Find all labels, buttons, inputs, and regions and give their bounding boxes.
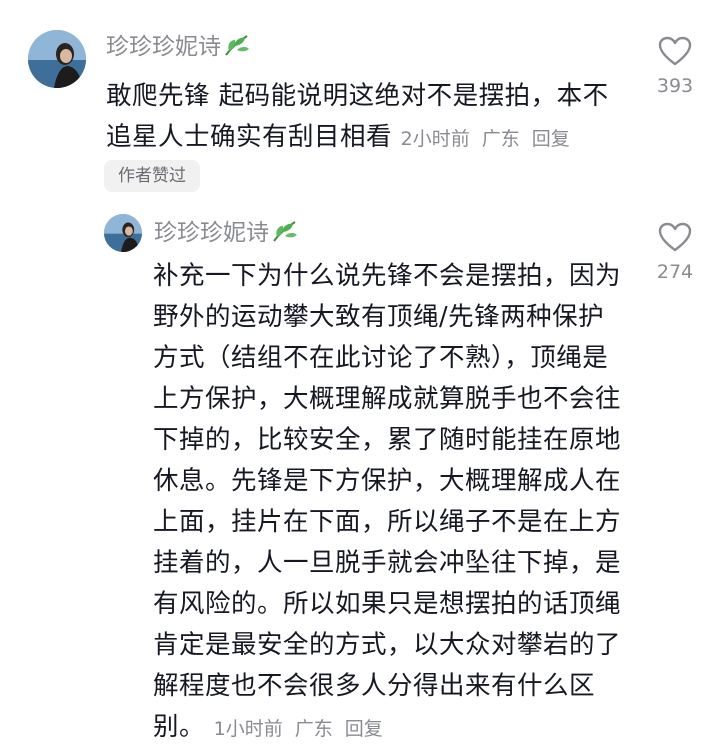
heart-outline-icon xyxy=(658,36,692,66)
like-count: 393 xyxy=(656,75,694,97)
comment-body[interactable]: 敢爬先锋 起码能说明这绝对不是摆拍，本不追星人士确实有刮目相看 2小时前 广东 回复 xyxy=(106,76,610,160)
reply-button[interactable]: 回复 xyxy=(345,718,383,740)
heart-outline-icon xyxy=(658,222,692,252)
username-text: 珍珍珍妮诗 xyxy=(154,220,269,246)
comment-meta: 1小时前 广东 回复 xyxy=(214,718,395,740)
like-button[interactable]: 393 xyxy=(645,36,705,96)
username-text: 珍珍珍妮诗 xyxy=(106,34,221,60)
like-count: 274 xyxy=(656,261,694,283)
comment-location: 广东 xyxy=(481,128,520,150)
avatar[interactable] xyxy=(28,30,86,88)
reply-item: 珍珍珍妮诗 补充一下为什么说先锋不会是摆拍，因为野外的运动攀大致有顶绳/先锋两种… xyxy=(0,200,720,746)
comment-location: 广东 xyxy=(294,718,333,740)
avatar-photo xyxy=(28,30,86,88)
comment-text: 补充一下为什么说先锋不会是摆拍，因为野外的运动攀大致有顶绳/先锋两种保护方式（结… xyxy=(153,261,622,742)
author-liked-badge: 作者赞过 xyxy=(104,160,200,192)
avatar-photo xyxy=(104,214,142,252)
leaf-icon xyxy=(273,221,297,242)
comment-item: 珍珍珍妮诗 敢爬先锋 起码能说明这绝对不是摆拍，本不追星人士确实有刮目相看 2小… xyxy=(0,0,720,200)
comment-meta: 2小时前 广东 回复 xyxy=(401,128,582,150)
comment-body[interactable]: 补充一下为什么说先锋不会是摆拍，因为野外的运动攀大致有顶绳/先锋两种保护方式（结… xyxy=(153,256,623,746)
leaf-icon xyxy=(225,35,249,56)
avatar[interactable] xyxy=(104,214,142,252)
reply-button[interactable]: 回复 xyxy=(532,128,570,150)
like-button[interactable]: 274 xyxy=(645,222,705,282)
username[interactable]: 珍珍珍妮诗 xyxy=(154,218,299,248)
comment-time: 1小时前 xyxy=(213,718,283,740)
username[interactable]: 珍珍珍妮诗 xyxy=(106,32,251,62)
comment-time: 2小时前 xyxy=(400,128,470,150)
